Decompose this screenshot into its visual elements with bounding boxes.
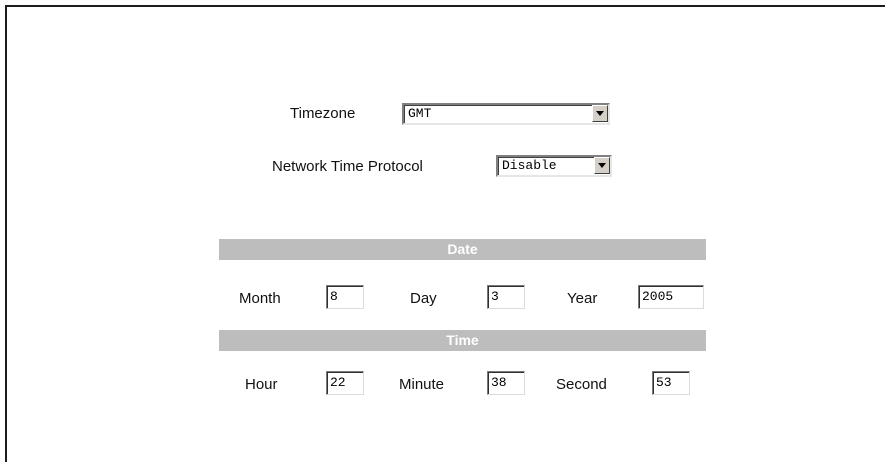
ntp-select-value: Disable: [502, 158, 557, 173]
chevron-down-icon[interactable]: [594, 157, 610, 174]
time-section-header: Time: [219, 330, 706, 351]
second-input[interactable]: 53: [652, 371, 690, 395]
timezone-select[interactable]: GMT: [402, 103, 610, 125]
timezone-select-value: GMT: [408, 106, 432, 121]
timezone-select-frame: [404, 105, 608, 123]
year-label: Year: [567, 290, 598, 307]
chevron-down-icon[interactable]: [592, 105, 608, 122]
ntp-select[interactable]: Disable: [496, 155, 612, 177]
minute-label: Minute: [399, 376, 445, 393]
month-label: Month: [239, 290, 281, 307]
month-input-value: 8: [330, 289, 338, 304]
second-input-value: 53: [656, 375, 672, 390]
minute-input-value: 38: [491, 375, 507, 390]
month-input[interactable]: 8: [326, 285, 364, 309]
day-input[interactable]: 3: [487, 285, 525, 309]
minute-input[interactable]: 38: [487, 371, 525, 395]
year-input[interactable]: 2005: [638, 285, 704, 309]
hour-label: Hour: [245, 376, 278, 393]
day-input-value: 3: [491, 289, 499, 304]
year-input-value: 2005: [642, 289, 674, 304]
hour-input-value: 22: [330, 375, 346, 390]
settings-frame: [5, 5, 885, 462]
date-section-header: Date: [219, 239, 706, 260]
hour-input[interactable]: 22: [326, 371, 364, 395]
day-label: Day: [410, 290, 437, 307]
timezone-label: Timezone: [290, 105, 356, 122]
ntp-label: Network Time Protocol: [272, 158, 423, 175]
second-label: Second: [556, 376, 607, 393]
